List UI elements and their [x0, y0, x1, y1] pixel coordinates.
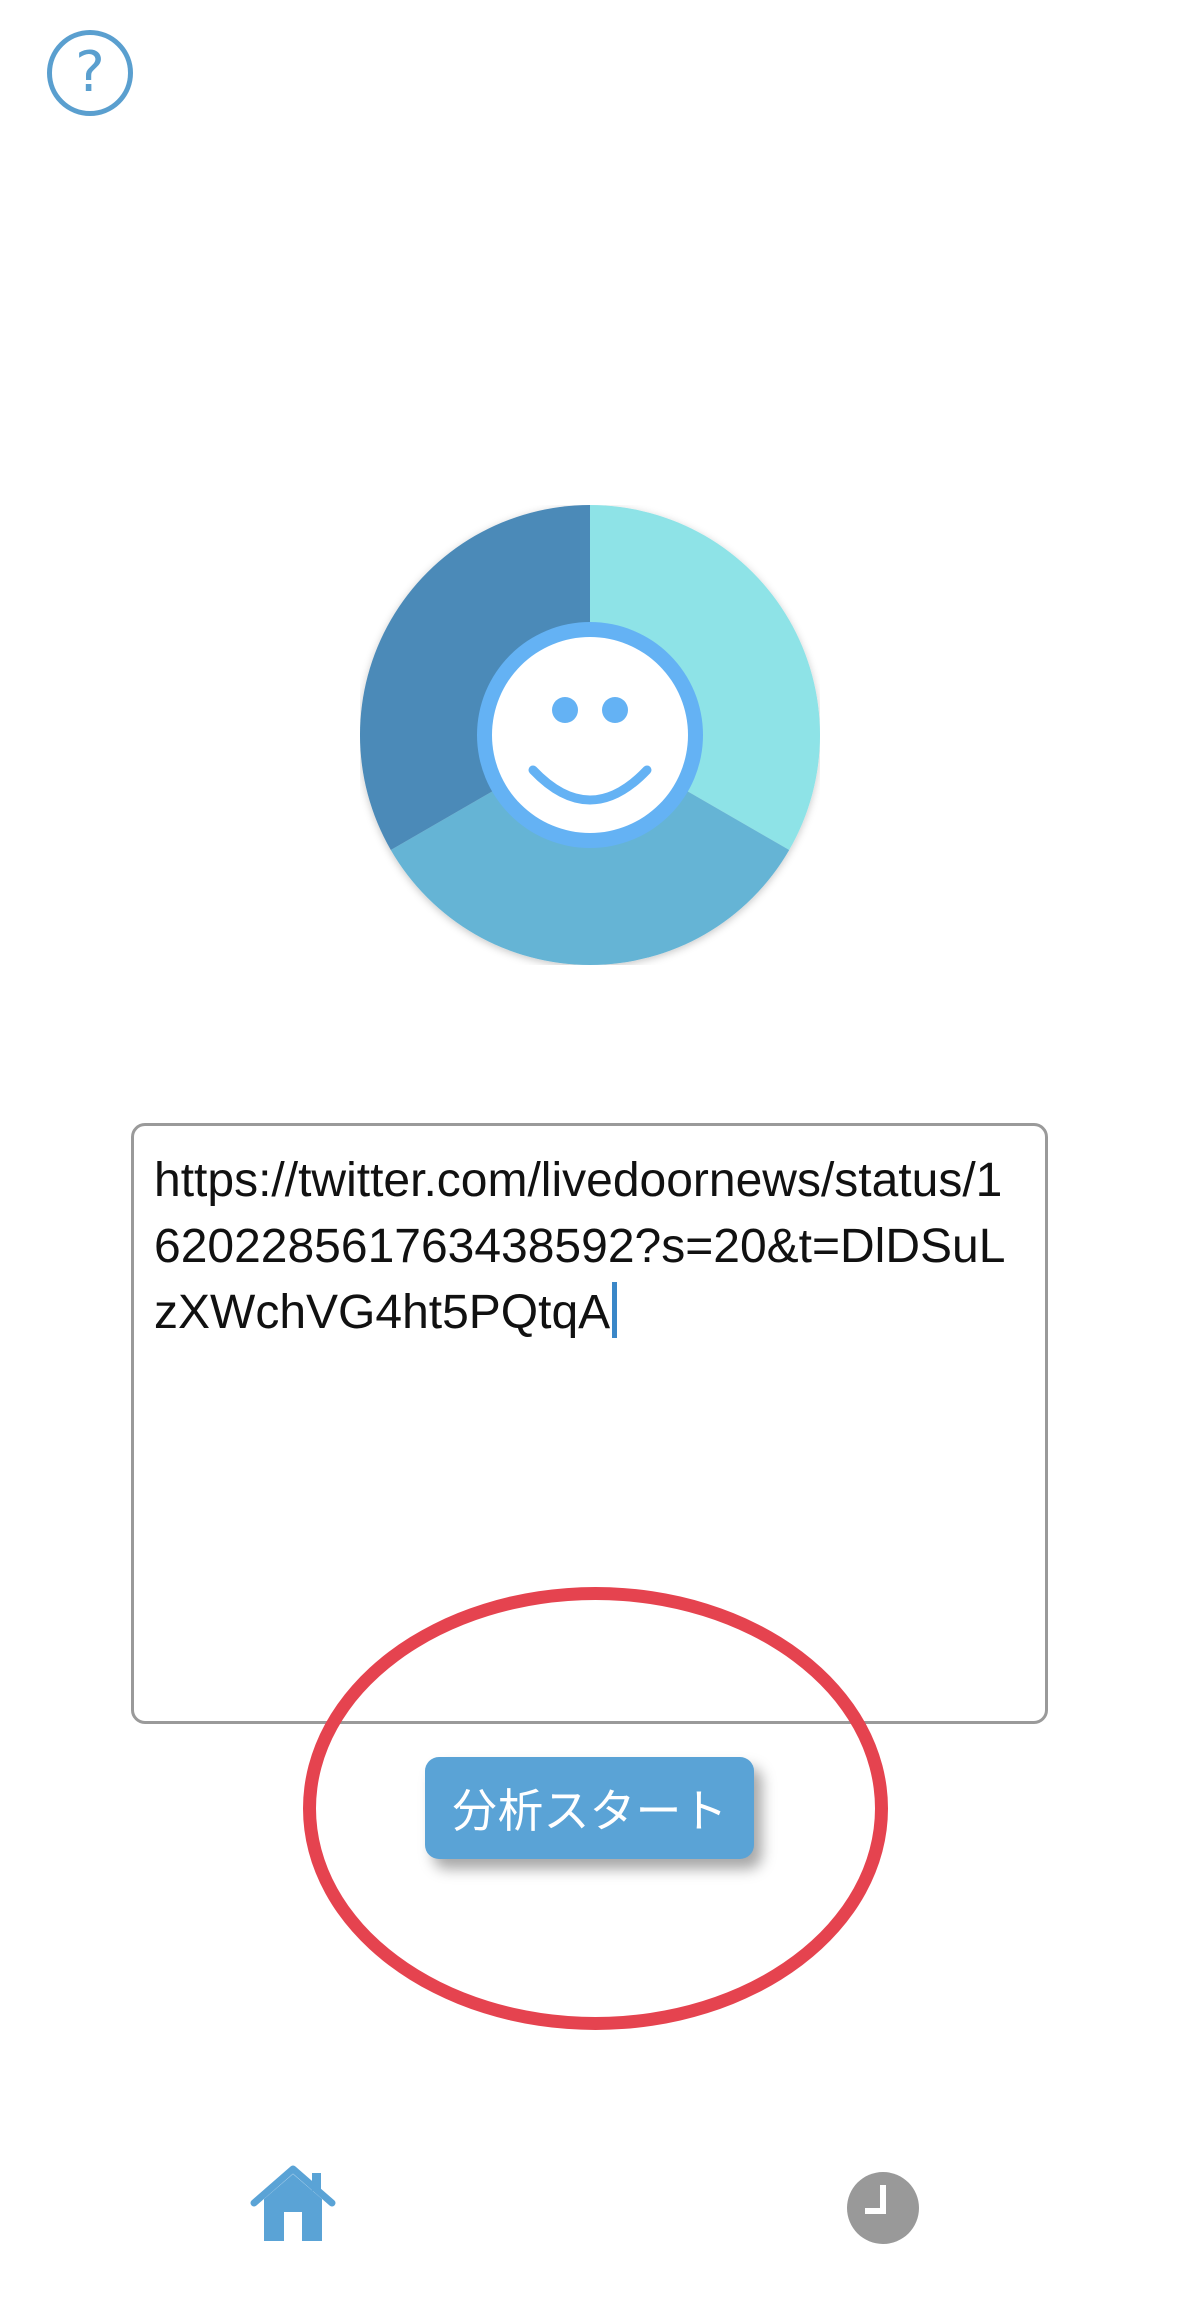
home-icon	[250, 2165, 336, 2241]
tab-bar	[0, 2140, 1179, 2310]
text-caret	[612, 1282, 618, 1338]
app-logo	[360, 505, 820, 965]
url-input[interactable]: https://twitter.com/livedoornews/status/…	[131, 1123, 1048, 1724]
start-analysis-button[interactable]: 分析スタート	[425, 1757, 754, 1859]
smiley-face-icon	[360, 505, 820, 965]
help-button[interactable]: ?	[47, 30, 133, 116]
tab-history[interactable]	[846, 2171, 920, 2245]
tab-home[interactable]	[250, 2165, 336, 2245]
url-input-value: https://twitter.com/livedoornews/status/…	[154, 1154, 1006, 1339]
clock-icon	[847, 2172, 919, 2244]
question-mark-icon: ?	[75, 40, 105, 105]
